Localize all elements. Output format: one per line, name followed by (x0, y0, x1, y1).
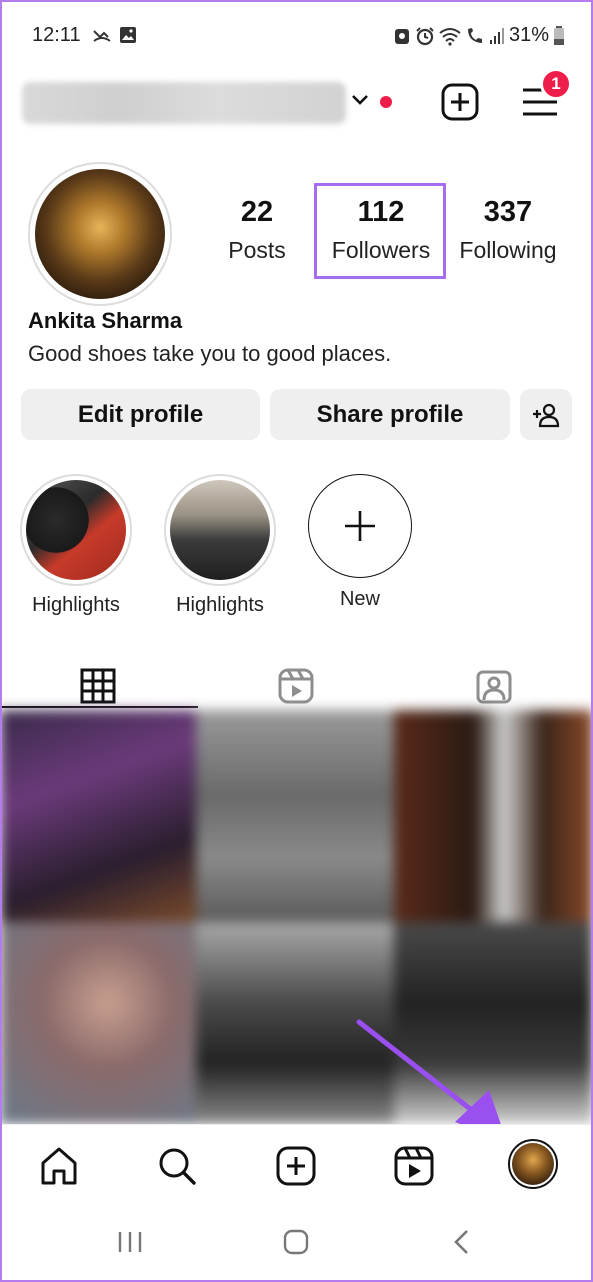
home-button-icon[interactable] (282, 1228, 310, 1256)
reels-nav-icon[interactable] (393, 1145, 435, 1187)
highlight-ring (164, 474, 276, 586)
following-stat[interactable]: 337 Following (452, 196, 564, 264)
edit-profile-button[interactable]: Edit profile (21, 389, 260, 440)
post-thumbnail[interactable] (0, 922, 196, 1124)
highlight-ring (20, 474, 132, 586)
discover-people-button[interactable] (520, 389, 572, 440)
reels-icon[interactable] (278, 668, 314, 704)
status-right-icons: 31% (393, 24, 565, 47)
search-icon[interactable] (156, 1145, 198, 1187)
share-profile-button[interactable]: Share profile (270, 389, 510, 440)
create-icon[interactable] (275, 1145, 317, 1187)
profile-tab-avatar[interactable] (508, 1139, 558, 1189)
new-highlight-circle (308, 474, 412, 578)
wifi-icon (439, 27, 461, 46)
grid-icon[interactable] (80, 668, 116, 704)
add-person-icon (533, 403, 560, 427)
signal-icon (489, 27, 504, 44)
username-switcher[interactable] (22, 82, 346, 124)
system-navigation (0, 1206, 593, 1282)
lock-badge-icon (394, 28, 409, 44)
post-thumbnail[interactable] (394, 710, 593, 922)
new-highlight-label: New (339, 588, 380, 610)
chevron-down-icon[interactable] (350, 92, 370, 108)
highlight-label: Highlights (176, 594, 264, 616)
avatar-photo (35, 169, 165, 299)
create-post-icon[interactable] (440, 82, 480, 122)
unread-dot (380, 96, 392, 108)
active-tab-indicator (0, 706, 198, 708)
notification-badge: 1 (540, 68, 572, 100)
following-count: 337 (483, 196, 533, 228)
followers-highlight-box (314, 183, 446, 279)
posts-label: Posts (228, 237, 286, 263)
plus-icon (345, 511, 375, 541)
alarm-icon (416, 26, 434, 45)
status-time: 12:11 (32, 24, 81, 46)
home-icon[interactable] (38, 1145, 80, 1187)
post-thumbnail[interactable] (196, 710, 394, 922)
missed-call-icon (93, 30, 111, 42)
profile-name: Ankita Sharma (28, 308, 183, 333)
highlight-label: Highlights (32, 594, 120, 616)
posts-stat[interactable]: 22 Posts (218, 196, 296, 264)
back-icon[interactable] (450, 1228, 474, 1256)
status-left-icons (92, 25, 138, 45)
tagged-icon[interactable] (476, 668, 512, 704)
highlight-item[interactable]: Highlights (164, 474, 276, 617)
gallery-icon (120, 27, 136, 43)
highlight-item[interactable]: Highlights (20, 474, 132, 617)
recent-apps-icon[interactable] (116, 1228, 144, 1256)
bottom-navigation (0, 1124, 593, 1206)
new-highlight-item[interactable]: New (308, 474, 412, 611)
battery-percent: 31% (508, 24, 549, 46)
highlight-cover (170, 480, 270, 580)
profile-header: 1 (0, 68, 593, 134)
profile-avatar[interactable] (28, 162, 172, 306)
profile-bio: Good shoes take you to good places. (28, 341, 392, 366)
wifi-calling-icon (467, 27, 482, 43)
post-thumbnail[interactable] (0, 710, 196, 922)
profile-tab-photo (512, 1143, 554, 1185)
highlight-cover (26, 480, 126, 580)
following-label: Following (459, 237, 557, 263)
battery-icon (554, 25, 564, 45)
posts-count: 22 (240, 196, 274, 228)
status-bar: 12:11 31% (0, 0, 593, 72)
